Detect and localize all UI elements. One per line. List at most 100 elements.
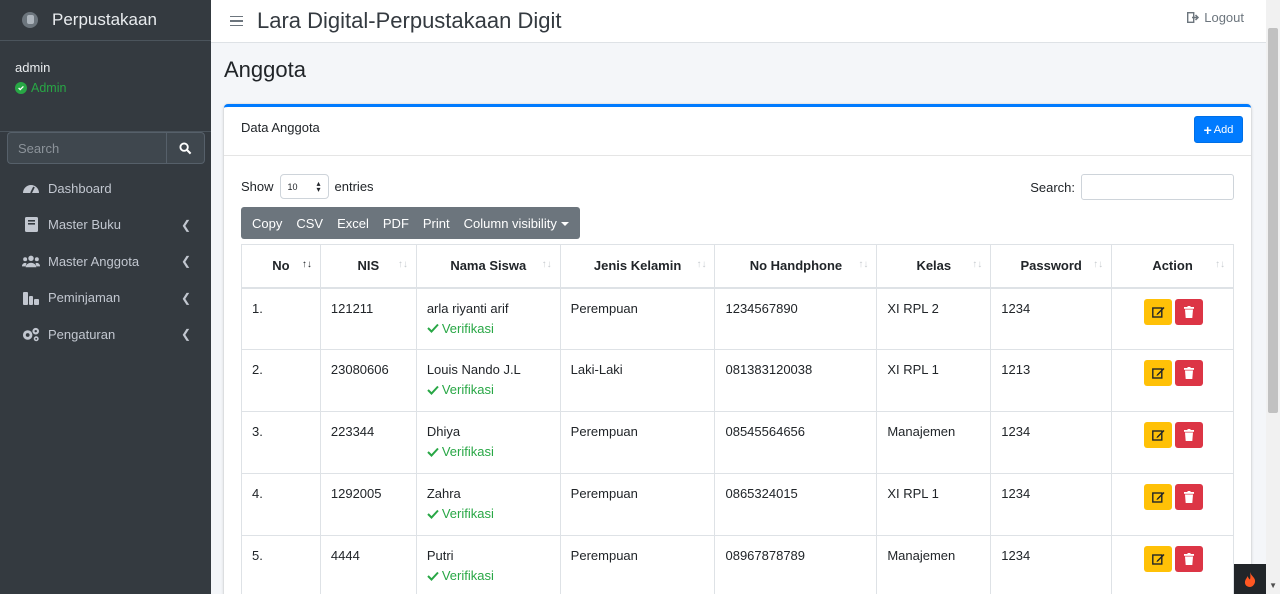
sidebar-item-pengaturan[interactable]: Pengaturan ❮ bbox=[0, 316, 211, 353]
table-search-input[interactable] bbox=[1081, 174, 1234, 200]
cell-password: 1234 bbox=[990, 287, 1113, 350]
cell-kelas: XI RPL 1 bbox=[876, 473, 992, 536]
cell-action bbox=[1111, 535, 1234, 594]
verified-label: Verifikasi bbox=[441, 506, 494, 521]
delete-button[interactable] bbox=[1175, 546, 1204, 572]
trash-icon bbox=[1184, 429, 1195, 441]
column-header-action[interactable]: Action ↑↓ bbox=[1111, 244, 1234, 289]
check-circle-icon bbox=[15, 82, 27, 94]
sidebar-item-dashboard[interactable]: Dashboard bbox=[0, 170, 211, 207]
card-header: Data Anggota + Add bbox=[224, 107, 1251, 156]
column-header-jenis-kelamin[interactable]: Jenis Kelamin ↑↓ bbox=[559, 244, 716, 289]
table-search: Search: bbox=[1030, 174, 1234, 200]
verified-status: Verifikasi bbox=[427, 444, 550, 459]
sort-icon: ↑↓ bbox=[397, 259, 408, 270]
sidebar-item-master-buku[interactable]: Master Buku ❮ bbox=[0, 207, 211, 244]
sidebar-item-peminjaman[interactable]: Peminjaman ❮ bbox=[0, 280, 211, 317]
column-visibility-label: Column visibility bbox=[463, 215, 557, 231]
cell-jenis-kelamin: Perempuan bbox=[559, 411, 716, 474]
column-header-nis[interactable]: NIS ↑↓ bbox=[319, 244, 417, 289]
copy-button[interactable]: Copy bbox=[245, 216, 289, 231]
trash-icon bbox=[1184, 367, 1195, 379]
member-name: Louis Nando J.L bbox=[426, 362, 521, 377]
verified-label: Verifikasi bbox=[441, 568, 494, 583]
verified-label: Verifikasi bbox=[441, 382, 494, 397]
print-button[interactable]: Print bbox=[416, 216, 457, 231]
column-header-no-handphone[interactable]: No Handphone ↑↓ bbox=[714, 244, 878, 289]
column-header-kelas[interactable]: Kelas ↑↓ bbox=[876, 244, 992, 289]
sidebar-search-button[interactable] bbox=[166, 132, 205, 164]
add-button[interactable]: + Add bbox=[1194, 116, 1243, 143]
cell-nis: 23080606 bbox=[319, 349, 417, 412]
search-icon bbox=[179, 141, 192, 154]
edit-button[interactable] bbox=[1144, 484, 1173, 510]
user-role-label: Admin bbox=[31, 81, 67, 95]
column-header-password[interactable]: Password ↑↓ bbox=[990, 244, 1113, 289]
page-length-select[interactable]: 10 ▴ ▾ bbox=[279, 174, 329, 199]
delete-button[interactable] bbox=[1175, 298, 1204, 325]
cell-password: 1234 bbox=[990, 535, 1113, 594]
column-header-nama-siswa[interactable]: Nama Siswa ↑↓ bbox=[415, 244, 561, 289]
cell-no-handphone: 081383120038 bbox=[714, 349, 878, 412]
edit-button[interactable] bbox=[1144, 422, 1173, 448]
column-visibility-button[interactable]: Column visibility bbox=[457, 216, 576, 231]
cell-action bbox=[1111, 349, 1234, 412]
column-label: Action bbox=[1152, 258, 1193, 274]
scrollbar-thumb[interactable] bbox=[1268, 28, 1278, 413]
sort-icon: ↑↓ bbox=[858, 259, 869, 270]
verified-status: Verifikasi bbox=[427, 568, 550, 583]
export-buttons: Copy CSV Excel PDF Print Column visibili… bbox=[241, 207, 580, 239]
verified-status: Verifikasi bbox=[427, 506, 550, 521]
cell-nis: 223344 bbox=[319, 411, 417, 474]
csv-button[interactable]: CSV bbox=[289, 216, 330, 231]
cell-password: 1213 bbox=[990, 349, 1113, 412]
sidebar-item-master-anggota[interactable]: Master Anggota ❮ bbox=[0, 243, 211, 280]
verified-status: Verifikasi bbox=[427, 382, 550, 397]
user-name[interactable]: admin bbox=[15, 60, 196, 75]
edit-button[interactable] bbox=[1144, 360, 1173, 386]
cell-kelas: Manajemen bbox=[876, 535, 992, 594]
cell-jenis-kelamin: Perempuan bbox=[559, 535, 716, 594]
sidebar: Perpustakaan admin Admin Dashboard Maste… bbox=[0, 0, 211, 594]
edit-icon bbox=[1151, 430, 1165, 441]
fire-icon[interactable] bbox=[1234, 564, 1266, 594]
data-card: Data Anggota + Add Show 10 ▴ ▾ entries Se… bbox=[224, 104, 1251, 594]
cell-kelas: Manajemen bbox=[876, 411, 992, 474]
cell-action bbox=[1111, 473, 1234, 536]
trash-icon bbox=[1184, 553, 1195, 565]
column-header-no[interactable]: No ↑↓ bbox=[241, 244, 321, 289]
pdf-button[interactable]: PDF bbox=[376, 216, 416, 231]
cell-nis: 121211 bbox=[319, 287, 417, 350]
check-icon bbox=[427, 385, 439, 395]
delete-button[interactable] bbox=[1175, 484, 1204, 510]
delete-button[interactable] bbox=[1175, 360, 1204, 386]
column-label: Jenis Kelamin bbox=[593, 258, 682, 274]
cell-no-handphone: 08545564656 bbox=[714, 411, 878, 474]
scroll-down-arrow-icon[interactable]: ▼ bbox=[1269, 581, 1277, 590]
table-row: 4. 1292005 Zahra Verifikasi Perempuan 0865324… bbox=[241, 473, 1234, 536]
sidebar-search-input[interactable] bbox=[7, 132, 166, 164]
table-row: 2. 23080606 Louis Nando J.L Verifikasi Laki-… bbox=[241, 349, 1234, 412]
menu-toggle-icon[interactable] bbox=[230, 15, 243, 27]
cell-no-handphone: 0865324015 bbox=[714, 473, 878, 536]
excel-button[interactable]: Excel bbox=[330, 216, 376, 231]
logout-link[interactable]: Logout bbox=[1187, 10, 1244, 25]
brand-link[interactable]: Perpustakaan bbox=[0, 0, 211, 41]
sort-icon: ↑↓ bbox=[541, 259, 552, 270]
cell-jenis-kelamin: Perempuan bbox=[559, 473, 716, 536]
column-label: Kelas bbox=[916, 258, 952, 274]
sidebar-item-label: Master Buku bbox=[48, 217, 121, 233]
edit-button[interactable] bbox=[1144, 546, 1173, 572]
table-row: 3. 223344 Dhiya Verifikasi Perempuan 08545564… bbox=[241, 411, 1234, 474]
cell-no: 1. bbox=[241, 287, 321, 350]
cell-no: 2. bbox=[241, 349, 321, 412]
edit-icon bbox=[1151, 554, 1165, 565]
member-name: Putri bbox=[426, 548, 454, 563]
delete-button[interactable] bbox=[1175, 422, 1204, 448]
member-name: Dhiya bbox=[426, 424, 461, 439]
cell-action bbox=[1111, 411, 1234, 474]
plus-icon: + bbox=[1203, 121, 1212, 138]
edit-button[interactable] bbox=[1144, 298, 1173, 325]
user-panel: admin Admin bbox=[0, 41, 211, 132]
page-scrollbar[interactable]: ▼ bbox=[1266, 0, 1280, 594]
